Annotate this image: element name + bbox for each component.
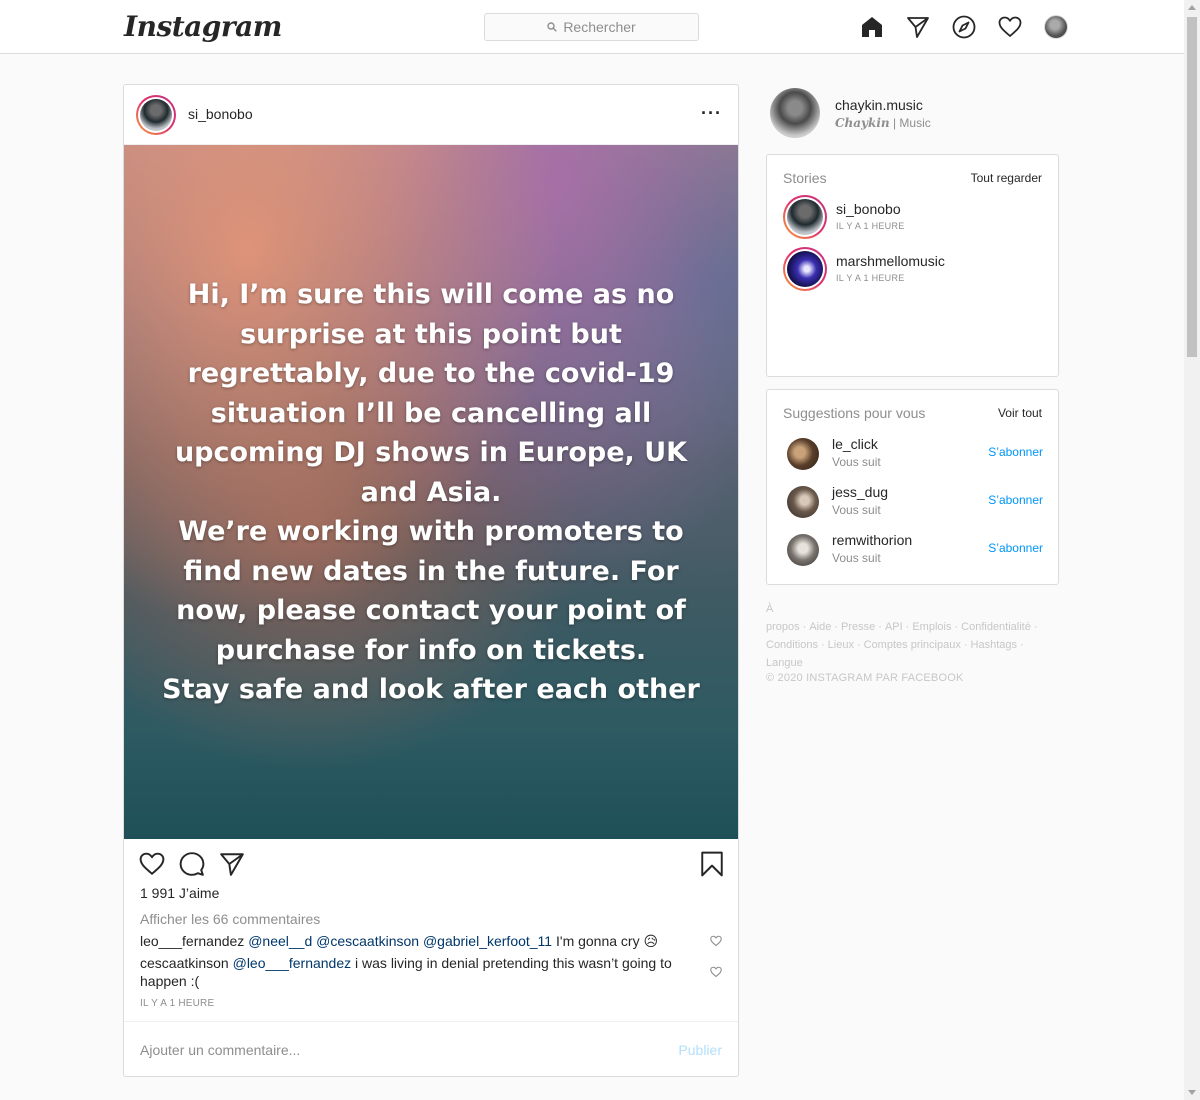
post-author-avatar: [140, 99, 172, 131]
publish-button[interactable]: Publier: [678, 1042, 722, 1058]
story-ring[interactable]: [783, 195, 827, 239]
suggestions-title: Suggestions pour vous: [783, 405, 926, 421]
story-item[interactable]: marshmellomusic IL Y A 1 HEURE: [783, 247, 1043, 291]
post-image[interactable]: Hi, I’m sure this will come as no surpri…: [124, 145, 738, 839]
comment-item: leo___fernandez @neel__d @cescaatkinson …: [140, 932, 700, 950]
stories-panel: Stories Tout regarder si_bonobo IL Y A 1…: [766, 154, 1059, 377]
explore-icon[interactable]: [952, 15, 976, 39]
suggestion-item: le_click Vous suit S’abonner: [787, 434, 1043, 474]
top-navigation-bar: Instagram Rechercher: [0, 0, 1184, 54]
feed-post: si_bonobo ··· Hi, I’m sure this will com…: [123, 84, 739, 1077]
story-username[interactable]: si_bonobo: [836, 201, 901, 217]
footer-link[interactable]: À propos: [766, 603, 800, 633]
activity-heart-icon[interactable]: [998, 15, 1022, 39]
scroll-down-arrow[interactable]: [1188, 1090, 1196, 1095]
current-user-bio-suffix: | Music: [889, 116, 931, 130]
suggestion-item: jess_dug Vous suit S’abonner: [787, 482, 1043, 522]
save-bookmark-icon[interactable]: [699, 851, 725, 877]
likes-count[interactable]: 1 991 J’aime: [140, 885, 219, 901]
current-user-username[interactable]: chaykin.music: [835, 97, 923, 113]
post-author-username[interactable]: si_bonobo: [188, 106, 253, 122]
story-avatar: [787, 251, 823, 287]
follow-button[interactable]: S’abonner: [988, 493, 1043, 507]
comment-like-heart-icon[interactable]: [710, 934, 722, 947]
instagram-logo[interactable]: Instagram: [124, 10, 282, 43]
post-header: si_bonobo ···: [124, 85, 738, 145]
more-options-icon[interactable]: ···: [701, 103, 722, 124]
story-time: IL Y A 1 HEURE: [836, 221, 905, 231]
comment-text: I'm gonna cry 😥: [556, 933, 659, 949]
footer-link[interactable]: Aide: [809, 621, 831, 633]
footer-link[interactable]: Lieux: [828, 639, 854, 651]
suggestions-panel: Suggestions pour vous Voir tout le_click…: [766, 389, 1059, 585]
suggestion-avatar[interactable]: [787, 438, 819, 470]
comment-item: cescaatkinson @leo___fernandez i was liv…: [140, 954, 680, 990]
story-time: IL Y A 1 HEURE: [836, 273, 905, 283]
suggestion-subtitle: Vous suit: [832, 551, 881, 565]
story-avatar: [787, 199, 823, 235]
comment-bubble-icon[interactable]: [179, 851, 205, 877]
post-image-text: Hi, I’m sure this will come as no surpri…: [162, 279, 700, 705]
share-direct-icon[interactable]: [219, 851, 245, 877]
current-user-fullname: Chaykin: [835, 116, 890, 130]
footer-link[interactable]: Comptes principaux: [864, 639, 961, 651]
footer-link[interactable]: Conditions: [766, 639, 818, 651]
comment-mentions[interactable]: @neel__d @cescaatkinson @gabriel_kerfoot…: [248, 933, 552, 949]
nav-icons: [860, 15, 1068, 39]
post-author-story-ring[interactable]: [136, 95, 176, 135]
comment-like-heart-icon[interactable]: [710, 965, 722, 978]
footer-link[interactable]: Hashtags: [971, 639, 1017, 651]
stories-title: Stories: [783, 170, 827, 186]
comment-mentions[interactable]: @leo___fernandez: [233, 955, 352, 971]
suggestion-avatar[interactable]: [787, 486, 819, 518]
add-comment-form: Ajouter un commentaire... Publier: [124, 1021, 738, 1077]
current-user-avatar[interactable]: [770, 88, 820, 138]
suggestion-username[interactable]: remwithorion: [832, 532, 912, 548]
suggestions-see-all-link[interactable]: Voir tout: [998, 406, 1042, 420]
scrollbar-thumb[interactable]: [1187, 17, 1197, 357]
copyright: © 2020 INSTAGRAM PAR FACEBOOK: [766, 672, 964, 684]
suggestion-subtitle: Vous suit: [832, 503, 881, 517]
footer-link[interactable]: Presse: [841, 621, 875, 633]
comment-username[interactable]: cescaatkinson: [140, 955, 229, 971]
follow-button[interactable]: S’abonner: [988, 445, 1043, 459]
view-all-comments-link[interactable]: Afficher les 66 commentaires: [140, 911, 320, 927]
current-user-bio: Chaykin | Music: [835, 116, 931, 130]
suggestion-avatar[interactable]: [787, 534, 819, 566]
story-ring[interactable]: [783, 247, 827, 291]
suggestion-subtitle: Vous suit: [832, 455, 881, 469]
footer-link[interactable]: Langue: [766, 657, 803, 669]
search-placeholder: Rechercher: [563, 19, 636, 35]
suggestion-username[interactable]: jess_dug: [832, 484, 888, 500]
scroll-up-arrow[interactable]: [1188, 5, 1196, 10]
stories-see-all-link[interactable]: Tout regarder: [971, 171, 1042, 185]
post-timestamp[interactable]: IL Y A 1 HEURE: [140, 998, 214, 1009]
add-comment-input[interactable]: Ajouter un commentaire...: [140, 1042, 300, 1058]
post-actions: [124, 839, 738, 885]
footer-link[interactable]: Confidentialité: [961, 621, 1031, 633]
comment-username[interactable]: leo___fernandez: [140, 933, 244, 949]
footer-link[interactable]: API: [885, 621, 903, 633]
profile-avatar[interactable]: [1044, 15, 1068, 39]
direct-icon[interactable]: [906, 15, 930, 39]
suggestion-item: remwithorion Vous suit S’abonner: [787, 530, 1043, 570]
home-icon[interactable]: [860, 15, 884, 39]
follow-button[interactable]: S’abonner: [988, 541, 1043, 555]
search-input[interactable]: Rechercher: [484, 13, 699, 41]
suggestion-username[interactable]: le_click: [832, 436, 878, 452]
footer-link[interactable]: Emplois: [912, 621, 951, 633]
story-username[interactable]: marshmellomusic: [836, 253, 945, 269]
page-scrollbar[interactable]: [1184, 0, 1200, 1100]
search-icon: [547, 22, 558, 32]
like-heart-icon[interactable]: [139, 851, 165, 877]
footer-links: À propos · Aide · Presse · API · Emplois · Confide…: [766, 603, 1038, 669]
story-item[interactable]: si_bonobo IL Y A 1 HEURE: [783, 195, 1043, 239]
